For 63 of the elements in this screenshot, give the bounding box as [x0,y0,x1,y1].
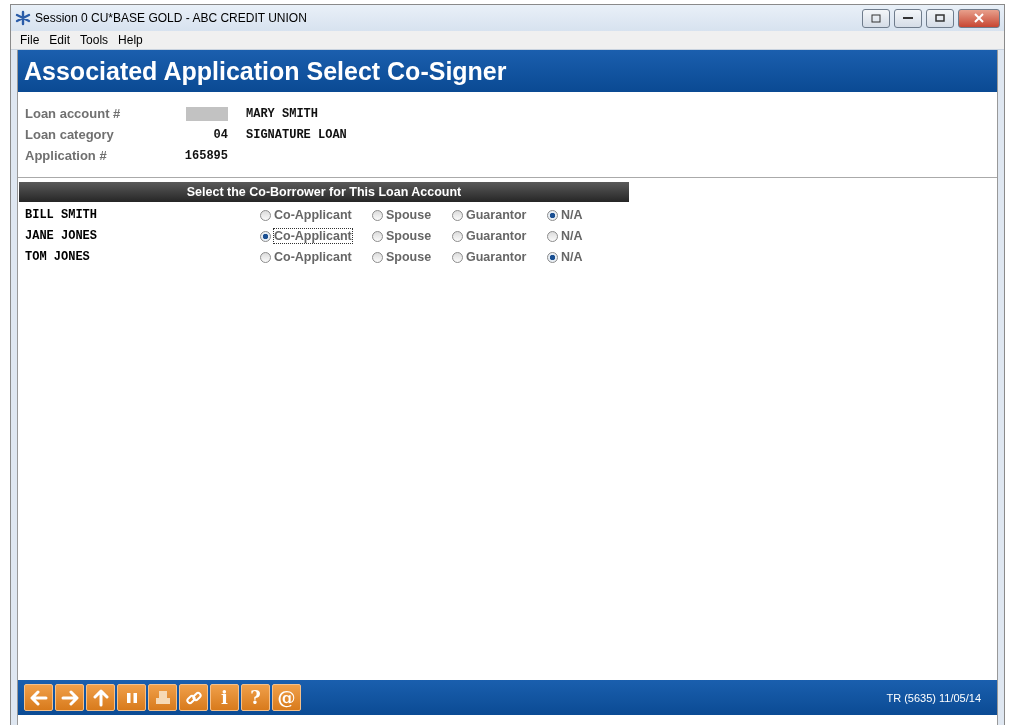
arrow-right-icon [60,688,79,707]
radio-label[interactable]: Spouse [386,250,432,264]
restore-button[interactable] [862,8,890,28]
menu-item[interactable]: Tools [75,33,114,47]
radio-label[interactable]: Guarantor [466,208,527,222]
field-description: SIGNATURE LOAN [246,127,348,142]
radio-button[interactable] [372,251,383,263]
maximize-button[interactable] [926,8,954,28]
radio-button[interactable] [372,230,383,242]
radio-label[interactable]: Co-Applicant [274,250,352,264]
close-button[interactable] [958,8,1000,28]
borrower-name: TOM JONES [25,250,91,264]
pause-button[interactable] [117,684,146,711]
link-button[interactable] [179,684,208,711]
borrower-name: JANE JONES [25,229,98,243]
radio-label[interactable]: Spouse [386,208,432,222]
radio-button[interactable] [372,209,383,221]
radio-button[interactable] [260,251,271,263]
radio-button[interactable] [260,209,271,221]
arrow-up-icon [91,688,110,707]
field-label: Application # [25,148,108,163]
maximize-icon [935,14,945,22]
status-text: TR (5635) 11/05/14 [886,691,982,704]
up-button[interactable] [86,684,115,711]
printer-icon [154,689,171,706]
radio-label[interactable]: Guarantor [466,229,527,243]
field-value: 165895 [183,148,228,163]
menu-item[interactable]: File [15,33,45,47]
page-header: Associated Application Select Co-Signer [18,50,997,92]
minimize-icon [903,16,913,20]
radio-label[interactable]: Spouse [386,229,432,243]
minimize-button[interactable] [894,8,922,28]
window-title: Session 0 CU*BASE GOLD - ABC CREDIT UNION [35,11,308,25]
close-icon [974,13,984,23]
print-button[interactable] [148,684,177,711]
radio-label[interactable]: N/A [561,208,583,222]
field-value: 04 [212,127,228,142]
radio-button[interactable] [452,251,463,263]
radio-button[interactable] [452,209,463,221]
pause-icon [125,691,138,704]
radio-button[interactable] [547,230,558,242]
borrower-name: BILL SMITH [25,208,98,222]
field-label: Loan account # [25,106,122,121]
menu-item[interactable]: Help [113,33,148,47]
radio-label[interactable]: N/A [561,250,583,264]
section-header: Select the Co-Borrower for This Loan Account [19,182,629,202]
arrow-left-icon [29,688,48,707]
window-icon [871,13,881,23]
field-description: MARY SMITH [246,106,319,121]
back-button[interactable] [24,684,53,711]
menu-item[interactable]: Edit [44,33,76,47]
radio-label[interactable]: Guarantor [466,250,527,264]
radio-button[interactable] [260,230,271,242]
radio-button[interactable] [547,251,558,263]
radio-label[interactable]: Co-Applicant [274,229,352,243]
radio-label[interactable]: N/A [561,229,583,243]
field-label: Loan category [25,127,115,142]
forward-button[interactable] [55,684,84,711]
radio-button[interactable] [547,209,558,221]
radio-label[interactable]: Co-Applicant [274,208,352,222]
app-logo-icon [15,10,31,26]
radio-button[interactable] [452,230,463,242]
redacted-value [186,106,228,121]
